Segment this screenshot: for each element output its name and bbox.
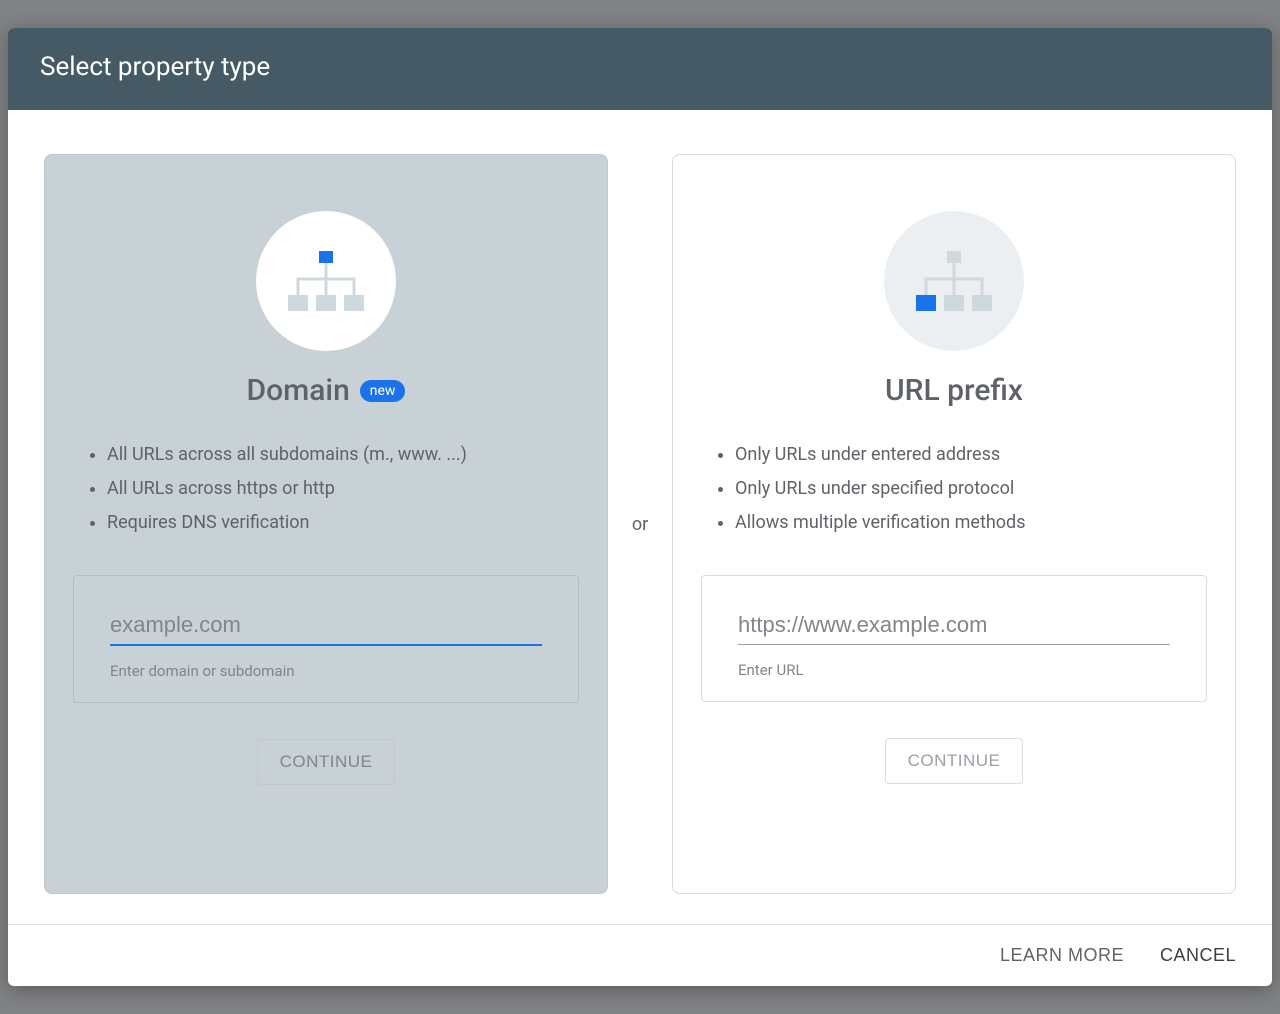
domain-input[interactable] <box>110 606 542 646</box>
list-item: All URLs across https or http <box>107 472 571 506</box>
learn-more-button[interactable]: LEARN MORE <box>1000 945 1124 966</box>
url-prefix-card[interactable]: URL prefix Only URLs under entered addre… <box>672 154 1236 894</box>
domain-card-title: Domain <box>247 373 350 408</box>
property-type-dialog: Select property type Domain new <box>8 28 1272 986</box>
url-bullet-list: Only URLs under entered address Only URL… <box>709 438 1199 541</box>
dialog-title: Select property type <box>8 28 1272 110</box>
domain-card-title-row: Domain new <box>247 373 406 408</box>
domain-card[interactable]: Domain new All URLs across all subdomain… <box>44 154 608 894</box>
dialog-body: Domain new All URLs across all subdomain… <box>8 110 1272 924</box>
cancel-button[interactable]: CANCEL <box>1160 945 1236 966</box>
url-input[interactable] <box>738 606 1170 645</box>
domain-bullet-list: All URLs across all subdomains (m., www.… <box>81 438 571 541</box>
list-item: Only URLs under entered address <box>735 438 1199 472</box>
or-divider: or <box>608 154 672 894</box>
list-item: Requires DNS verification <box>107 506 571 540</box>
list-item: All URLs across all subdomains (m., www.… <box>107 438 571 472</box>
url-sitemap-icon <box>884 211 1024 351</box>
modal-backdrop: Select property type Domain new <box>0 0 1280 1014</box>
dialog-footer: LEARN MORE CANCEL <box>8 924 1272 986</box>
domain-sitemap-icon <box>256 211 396 351</box>
list-item: Allows multiple verification methods <box>735 506 1199 540</box>
domain-input-box: Enter domain or subdomain <box>73 575 579 703</box>
domain-input-hint: Enter domain or subdomain <box>110 662 542 680</box>
list-item: Only URLs under specified protocol <box>735 472 1199 506</box>
new-badge: new <box>360 380 406 402</box>
domain-continue-button[interactable]: CONTINUE <box>257 739 396 785</box>
url-continue-button[interactable]: CONTINUE <box>885 738 1024 784</box>
url-card-title: URL prefix <box>885 373 1023 408</box>
url-input-box: Enter URL <box>701 575 1207 702</box>
url-card-title-row: URL prefix <box>885 373 1023 408</box>
url-input-hint: Enter URL <box>738 661 1170 679</box>
